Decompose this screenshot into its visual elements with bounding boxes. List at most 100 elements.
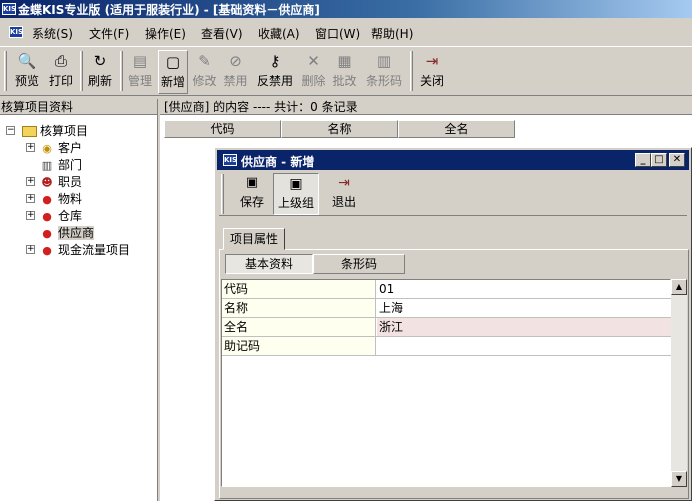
minimize-button[interactable]: _: [635, 153, 651, 167]
tree-item-customer[interactable]: + ◉ 客户: [26, 140, 82, 156]
menu-help[interactable]: 帮助(H): [371, 25, 413, 42]
menu-file[interactable]: 文件(F): [89, 25, 129, 42]
cashflow-icon: ●: [42, 243, 52, 257]
property-grid: 代码 01 名称 上海 全名 浙江 助记码: [221, 279, 672, 487]
kis-logo-icon: KIS: [2, 3, 17, 15]
preview-button[interactable]: 🔍 预览: [12, 50, 42, 94]
disable-icon: ⊘: [229, 52, 242, 70]
scroll-down-icon[interactable]: ▼: [671, 471, 687, 487]
delete-button[interactable]: ✕ 删除: [299, 50, 328, 94]
expand-icon[interactable]: +: [26, 245, 35, 254]
menu-favorites[interactable]: 收藏(A): [258, 25, 300, 42]
supplier-new-dialog: KIS 供应商 - 新增 _ □ ✕ ▣ 保存 ▣ 上级组 ⇥ 退出 项目属性 …: [214, 147, 692, 501]
enable-icon: ⚷: [269, 52, 281, 70]
edit-icon: ✎: [198, 52, 211, 70]
manage-icon: ▤: [132, 52, 148, 70]
field-label: 名称: [222, 299, 376, 317]
close-button[interactable]: ⇥ 关闭: [417, 50, 447, 94]
new-button[interactable]: ▢ 新增: [158, 50, 188, 94]
menu-window[interactable]: 窗口(W): [315, 25, 360, 42]
grid-row-name[interactable]: 名称 上海: [222, 299, 672, 318]
collapse-icon[interactable]: −: [6, 126, 15, 135]
tree-item-cashflow[interactable]: + ● 现金流量项目: [26, 242, 130, 258]
supplier-icon: ●: [42, 226, 52, 240]
print-button[interactable]: ⎙ 打印: [46, 50, 76, 94]
grid-vertical-scrollbar[interactable]: ▲ ▼: [671, 279, 687, 487]
menu-system[interactable]: 系统(S): [32, 25, 73, 42]
refresh-button[interactable]: ↻ 刷新: [85, 50, 115, 94]
enable-button[interactable]: ⚷ 反禁用: [254, 50, 296, 94]
grid-row-code[interactable]: 代码 01: [222, 280, 672, 299]
dialog-title: 供应商 - 新增: [241, 155, 315, 169]
print-icon: ⎙: [54, 52, 67, 70]
panel-header: 核算项目资料: [0, 99, 157, 115]
column-code[interactable]: 代码: [164, 120, 281, 138]
dialog-toolbar: ▣ 保存 ▣ 上级组 ⇥ 退出: [219, 172, 687, 216]
record-count-header: [供应商] 的内容 ---- 共计：0 条记录: [160, 99, 692, 115]
parent-group-icon: ▣: [289, 176, 303, 192]
kis-menu-icon[interactable]: KIS: [9, 26, 23, 38]
dialog-title-bar[interactable]: KIS 供应商 - 新增 _ □ ✕: [217, 150, 689, 170]
kis-dialog-icon: KIS: [223, 154, 238, 166]
name-field[interactable]: 上海: [377, 299, 672, 317]
tree-item-staff[interactable]: + ☻ 职员: [26, 174, 82, 190]
scroll-up-icon[interactable]: ▲: [671, 279, 687, 295]
main-toolbar: 🔍 预览 ⎙ 打印 ↻ 刷新 ▤ 管理 ▢ 新增 ✎ 修改 ⊘ 禁用 ⚷ 反禁用…: [0, 46, 692, 96]
customer-icon: ◉: [42, 141, 52, 155]
grid-row-fullname[interactable]: 全名 浙江: [222, 318, 672, 337]
save-button[interactable]: ▣ 保存: [235, 173, 269, 215]
tree-item-root[interactable]: − 核算项目: [6, 123, 88, 139]
column-fullname[interactable]: 全名: [398, 120, 515, 138]
manage-button[interactable]: ▤ 管理: [125, 50, 155, 94]
column-name[interactable]: 名称: [281, 120, 398, 138]
edit-button[interactable]: ✎ 修改: [190, 50, 219, 94]
grid-row-mnemonic[interactable]: 助记码: [222, 337, 672, 356]
barcode-button[interactable]: ▥ 条形码: [363, 50, 405, 94]
expand-icon[interactable]: +: [26, 143, 35, 152]
delete-icon: ✕: [307, 52, 320, 70]
toolbar-grip[interactable]: [4, 51, 7, 91]
subtab-basic[interactable]: 基本资料: [225, 254, 313, 274]
warehouse-icon: ●: [42, 209, 52, 223]
batch-edit-icon: ▦: [337, 52, 352, 70]
close-door-icon: ⇥: [425, 52, 439, 70]
expand-icon[interactable]: +: [26, 194, 35, 203]
tree-item-supplier[interactable]: ● 供应商: [26, 225, 95, 241]
tree-item-department[interactable]: ▥ 部门: [26, 157, 82, 173]
department-icon: ▥: [41, 158, 53, 172]
field-label: 助记码: [222, 337, 376, 355]
field-label: 全名: [222, 318, 376, 336]
menu-operation[interactable]: 操作(E): [145, 25, 186, 42]
disable-button[interactable]: ⊘ 禁用: [221, 50, 250, 94]
save-icon: ▣: [245, 175, 259, 190]
material-icon: ●: [42, 192, 52, 206]
expand-icon[interactable]: +: [26, 177, 35, 186]
toolbar-separator: [120, 51, 123, 91]
menu-bar: KIS 系统(S) 文件(F) 操作(E) 查看(V) 收藏(A) 窗口(W) …: [0, 22, 692, 43]
tree-item-material[interactable]: + ● 物料: [26, 191, 82, 207]
code-field[interactable]: 01: [377, 280, 672, 298]
menu-view[interactable]: 查看(V): [201, 25, 243, 42]
expand-icon[interactable]: +: [26, 211, 35, 220]
fullname-field[interactable]: 浙江: [377, 318, 672, 336]
tree-item-warehouse[interactable]: + ● 仓库: [26, 208, 82, 224]
subtab-barcode[interactable]: 条形码: [313, 254, 405, 274]
refresh-icon: ↻: [93, 52, 107, 70]
parent-group-button[interactable]: ▣ 上级组: [273, 173, 319, 215]
app-title: 金蝶KIS专业版 (适用于服装行业) - [基础资料－供应商]: [18, 3, 320, 17]
preview-icon: 🔍: [17, 52, 37, 70]
folder-icon: [22, 126, 37, 137]
exit-button[interactable]: ⇥ 退出: [327, 173, 361, 215]
mnemonic-field[interactable]: [377, 337, 672, 355]
maximize-button[interactable]: □: [651, 153, 667, 167]
toolbar-separator: [410, 51, 413, 91]
staff-icon: ☻: [41, 175, 53, 189]
barcode-icon: ▥: [376, 52, 392, 70]
app-title-bar: KIS 金蝶KIS专业版 (适用于服装行业) - [基础资料－供应商]: [0, 0, 692, 18]
dialog-close-button[interactable]: ✕: [669, 153, 685, 167]
exit-icon: ⇥: [338, 175, 350, 191]
batch-edit-button[interactable]: ▦ 批改: [330, 50, 359, 94]
toolbar-separator: [80, 51, 83, 91]
tab-item-properties[interactable]: 项目属性: [223, 228, 286, 250]
new-icon: ▢: [165, 53, 181, 71]
